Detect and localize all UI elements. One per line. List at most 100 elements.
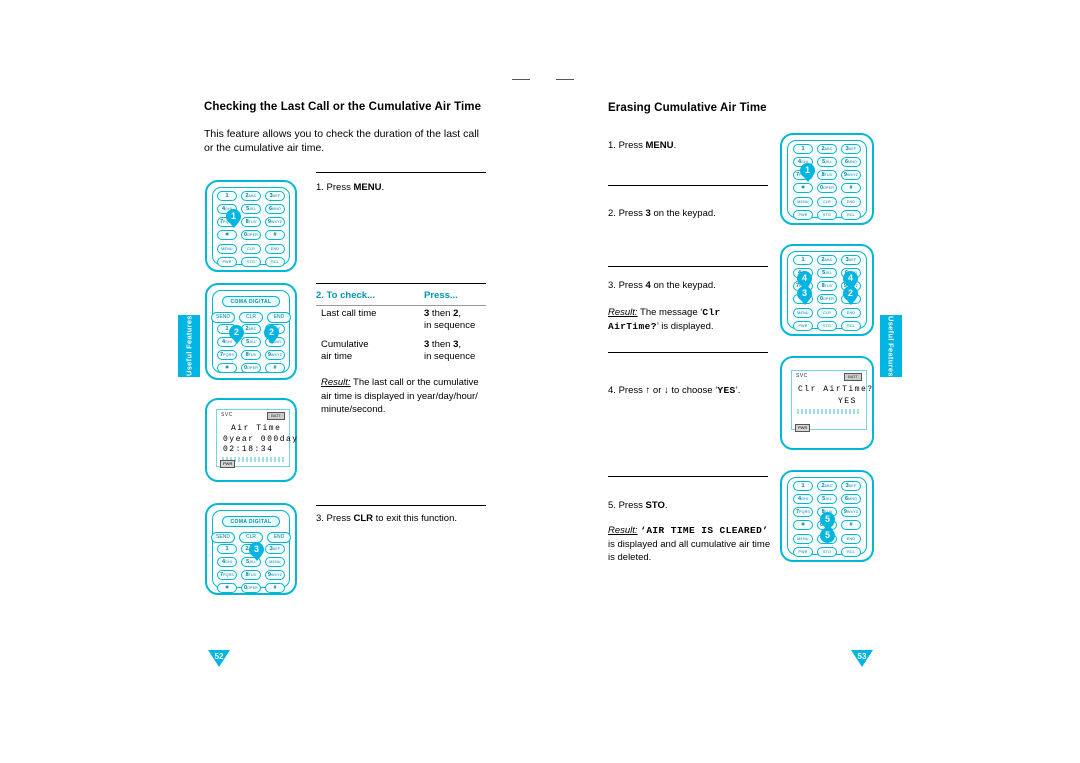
lcd-status-row-right: SVC BATT — [796, 373, 862, 381]
divider-left-1 — [316, 172, 486, 173]
key-1: 1 — [217, 191, 237, 201]
key-1: 1 — [793, 255, 813, 265]
phone-illustration-left-2: COMA DIGITAL SEND CLR END 1 2ABC 3DEF 4G… — [205, 283, 297, 380]
key-end: END — [265, 244, 285, 254]
right-step-2-prefix: Press — [618, 208, 646, 219]
key-8: 8TUV — [241, 350, 261, 360]
key-star: ✶ — [217, 230, 237, 240]
lcd-battery-icon: BATT — [267, 412, 285, 420]
key-1: 1 — [793, 481, 813, 491]
lcd-line-3: 02:18:34 — [223, 445, 274, 454]
key-2: 2ABC — [817, 144, 837, 154]
key-star: ✶ — [217, 363, 237, 373]
right-step-5-suffix: . — [664, 500, 668, 511]
right-step-3-result-text: The message ‘ — [640, 307, 703, 318]
left-step-3: 3. Press CLR to exit this function. — [316, 512, 486, 526]
key-pwr: PWR — [793, 547, 813, 557]
lcd-dot-row-right — [797, 409, 861, 414]
table-row-2-check2: air time — [321, 351, 353, 362]
table-row-1-press: 3 then 2, — [424, 308, 461, 321]
key-pwr: PWR — [793, 210, 813, 220]
table-row-1-tail: , — [458, 308, 462, 319]
divider-left-3 — [316, 305, 486, 306]
key-pwr: PWR — [793, 321, 813, 331]
right-step-3-prefix: Press — [618, 280, 646, 291]
right-step-1-suffix: . — [673, 140, 677, 151]
key-8: 8TUV — [817, 170, 837, 180]
key-pound: # — [265, 363, 285, 373]
left-result-note: Result: The last call or the cumulative … — [321, 376, 486, 417]
key-5: 5JKL — [817, 494, 837, 504]
key-1: 1 — [217, 544, 237, 554]
key-2: 2ABC — [241, 324, 261, 334]
right-column-title: Erasing Cumulative Air Time — [608, 102, 767, 114]
key-5: 5JKL — [241, 337, 261, 347]
right-step-3-num: 3. — [608, 280, 616, 291]
left-step-1: 1. Press MENU. — [316, 181, 486, 195]
key-menu: MENU — [793, 534, 813, 544]
softkey-send: SEND — [211, 532, 235, 543]
softkey-send: SEND — [211, 312, 235, 323]
soft-key-row-2: SEND CLR END — [211, 532, 291, 543]
crop-mark-right — [556, 79, 574, 80]
right-step-5-result: Result: ‘AIR TIME IS CLEARED’ is display… — [608, 524, 773, 565]
callout-bubble-right-2c: 3 — [797, 286, 812, 305]
phone-lcd-left: SVC BATT Air Time 0year 000day 02:18:34 … — [205, 398, 297, 482]
callout-bubble-1: 1 — [226, 209, 241, 228]
key-9: 9WXYZ — [265, 217, 285, 227]
table-row-2-tail: , — [458, 339, 462, 350]
key-rcl: RCL — [841, 321, 861, 331]
table-row-2-note: in sequence — [424, 351, 476, 362]
divider-right-4 — [608, 476, 768, 477]
callout-bubble-left-3: 3 — [249, 542, 264, 561]
key-pound: # — [841, 520, 861, 530]
key-0: 0OPER — [817, 183, 837, 193]
key-end: END — [841, 197, 861, 207]
lcd-line-2: 0year 000day — [223, 435, 299, 444]
key-3: 3DEF — [841, 144, 861, 154]
page-number-right-value: 53 — [857, 652, 867, 661]
right-step-5-prefix: Press — [618, 500, 646, 511]
phone-illustration-right-3: 1 2ABC 3DEF 4GHI 5JKL 6MNO 7PQRS 8TUV 9W… — [780, 470, 874, 562]
key-clr: CLR — [241, 244, 261, 254]
key-4: 4GHI — [217, 557, 237, 567]
callout-bubble-right-2a: 4 — [797, 271, 812, 290]
right-step-2-suffix: on the keypad. — [650, 208, 716, 219]
key-3: 3DEF — [265, 191, 285, 201]
key-9: 9WXYZ — [265, 570, 285, 580]
key-rcl: RCL — [841, 210, 861, 220]
lcd-svc-label-right: SVC — [796, 373, 808, 379]
key-2: 2ABC — [817, 255, 837, 265]
key-pwr: PWR — [217, 257, 237, 267]
key-6: 6MNO — [841, 157, 861, 167]
divider-left-4 — [316, 505, 486, 506]
divider-right-2 — [608, 266, 768, 267]
right-step-1-key: MENU — [645, 140, 674, 151]
crop-mark-left — [512, 79, 530, 80]
key-0: 0OPER — [817, 294, 837, 304]
key-0: 0OPER — [241, 363, 261, 373]
lcd-svc-label: SVC — [221, 412, 233, 418]
key-menu: MENU — [265, 557, 285, 567]
key-end: END — [841, 308, 861, 318]
right-step-1-num: 1. — [608, 140, 616, 151]
table-row-2-mid: then — [429, 339, 454, 350]
key-menu: MENU — [217, 244, 237, 254]
right-step-2: 2. Press 3 on the keypad. — [608, 207, 768, 221]
key-3: 3DEF — [841, 481, 861, 491]
divider-right-3 — [608, 352, 768, 353]
phone-illustration-right-1: 1 2ABC 3DEF 4GHI 5JKL 6MNO 7PQRS 8TUV 9W… — [780, 133, 874, 225]
key-9: 9WXYZ — [841, 507, 861, 517]
softkey-end: END — [267, 532, 291, 543]
callout-bubble-right-2b: 4 — [843, 271, 858, 290]
table-row-1-check: Last call time — [321, 308, 377, 319]
left-step-3-key: CLR — [353, 513, 374, 524]
left-step-2-press-header: Press... — [424, 290, 458, 301]
key-star: ✶ — [217, 583, 237, 593]
lcd-line-1: Air Time — [231, 424, 282, 433]
left-step-1-prefix: 1. Press — [316, 182, 354, 193]
key-sto: STO — [241, 257, 261, 267]
key-8: 8TUV — [817, 281, 837, 291]
phone-lcd-right: SVC BATT Clr AirTime? YES PWR — [780, 356, 874, 450]
lcd-screen-right: SVC BATT Clr AirTime? YES — [791, 370, 872, 430]
